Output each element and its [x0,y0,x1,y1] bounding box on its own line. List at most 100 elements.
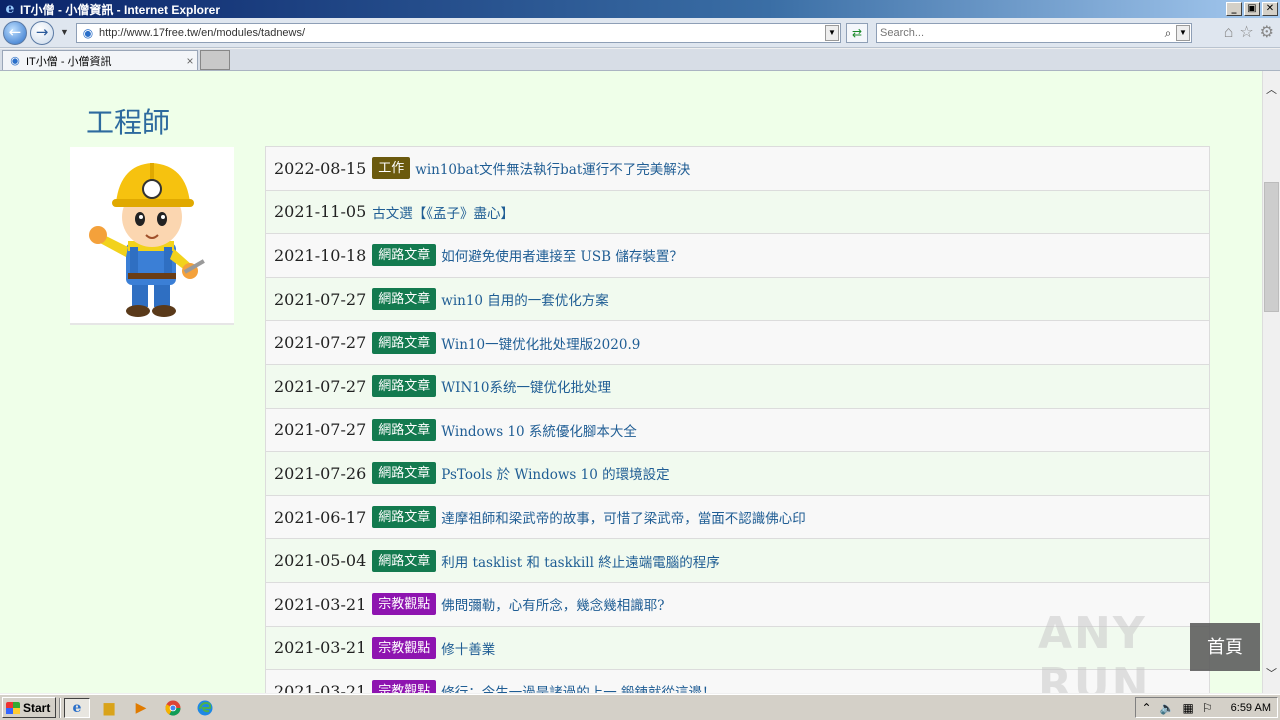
tab-bar: ◉ IT小僧 - 小僧資訊 × [0,49,1280,71]
news-date: 2021-10-18 [274,245,367,265]
news-date: 2021-07-27 [274,376,367,396]
news-title-link[interactable]: 佛問彌勒，心有所念，幾念幾相識耶? [441,594,664,614]
news-category-badge[interactable]: 宗教觀點 [372,636,437,659]
news-title-link[interactable]: 利用 tasklist 和 taskkill 終止遠端電腦的程序 [441,551,719,571]
news-title-link[interactable]: PsTools 於 Windows 10 的環境設定 [441,463,669,483]
engineer-avatar-image [70,147,234,325]
volume-icon[interactable]: 🔈 [1160,701,1175,715]
page-icon: ◉ [82,26,94,40]
news-row: 2021-05-04 網路文章 利用 tasklist 和 taskkill 終止遠… [265,539,1210,583]
news-category-badge[interactable]: 網路文章 [372,244,437,267]
news-date: 2022-08-15 [274,158,367,178]
news-title-link[interactable]: 修十善業 [441,638,495,658]
news-date: 2021-03-21 [274,681,367,693]
scroll-thumb[interactable] [1264,182,1279,312]
news-row: 2022-08-15 工作 win10bat文件無法執行bat運行不了完美解決 [265,147,1210,191]
news-date: 2021-07-26 [274,463,367,483]
taskbar: Start e ▆ ▶ ⌃ 🔈 ▦ ⚐ 6:59 AM [0,694,1280,720]
news-date: 2021-03-21 [274,594,367,614]
news-row: 2021-07-26 網路文章 PsTools 於 Windows 10 的環境設定 [265,452,1210,496]
vertical-scrollbar[interactable]: ︿ ﹀ [1262,71,1280,693]
news-row: 2021-11-05 古文選【《孟子》盡心】 [265,190,1210,235]
start-label: Start [23,700,51,715]
page-viewport: 工程師 2022-08-15 工作 win10bat文件無法執行bat運行不了完… [0,71,1262,693]
news-date: 2021-07-27 [274,289,367,309]
tab-page-icon: ◉ [10,55,20,67]
news-row: 2021-06-17 網路文章 達摩祖師和梁武帝的故事，可惜了梁武帝，當面不認識佛心… [265,495,1210,540]
news-category-badge[interactable]: 網路文章 [372,549,437,572]
news-category-badge[interactable]: 宗教觀點 [372,593,437,616]
close-window-button[interactable]: ✕ [1262,2,1278,16]
news-row: 2021-07-27 網路文章 WIN10系统一键优化批处理 [265,364,1210,409]
news-category-badge[interactable]: 網路文章 [372,418,437,441]
news-category-badge[interactable]: 網路文章 [372,288,437,311]
section-title: 工程師 [86,106,171,139]
news-category-badge[interactable]: 網路文章 [372,462,437,485]
news-date: 2021-06-17 [274,507,367,527]
minimize-button[interactable]: _ [1226,2,1242,16]
network-icon[interactable]: ▦ [1183,701,1194,715]
chrome-icon[interactable] [160,698,186,718]
search-box[interactable]: ⌕ ▼ [876,23,1192,43]
news-title-link[interactable]: 如何避免使用者連接至 USB 儲存裝置？ [441,245,683,265]
news-title-link[interactable]: 修行：今生一過是諸過的上一 鍛鍊就從這邊！ [441,681,715,693]
news-date: 2021-05-04 [274,551,367,571]
news-date: 2021-07-27 [274,333,367,353]
news-category-badge[interactable]: 工作 [372,157,411,180]
windows-flag-icon [6,701,20,714]
news-category-badge[interactable]: 宗教觀點 [372,680,437,693]
back-button[interactable]: ← [3,21,27,45]
forward-button[interactable]: → [30,21,54,45]
news-category-badge[interactable]: 網路文章 [372,375,437,398]
home-icon[interactable]: ⌂ [1224,24,1234,42]
scroll-up-icon[interactable]: ︿ [1263,81,1280,99]
action-center-flag-icon[interactable]: ⚐ [1202,701,1213,715]
news-row: 2021-07-27 網路文章 win10 自用的一套优化方案 [265,277,1210,322]
toolbar-icons: ⌂ ☆ ⚙ [1224,24,1274,42]
home-float-button[interactable]: 首頁 [1190,623,1260,671]
ie-logo-icon: e [5,1,15,17]
news-row: 2021-07-27 網路文章 Win10一键优化批处理版2020.9 [265,321,1210,365]
news-category-badge[interactable]: 網路文章 [372,506,437,529]
news-title-link[interactable]: Win10一键优化批处理版2020.9 [441,333,640,353]
media-player-icon[interactable]: ▶ [128,698,154,718]
tab-label: IT小僧 - 小僧資訊 [26,55,112,68]
news-list: 2022-08-15 工作 win10bat文件無法執行bat運行不了完美解決 202… [265,146,1210,693]
start-button[interactable]: Start [2,697,56,718]
system-tray: ⌃ 🔈 ▦ ⚐ 6:59 AM [1134,697,1278,718]
recent-pages-dropdown-icon[interactable]: ▼ [60,27,69,37]
news-title-link[interactable]: 達摩祖師和梁武帝的故事，可惜了梁武帝，當面不認識佛心印 [441,507,806,527]
tools-gear-icon[interactable]: ⚙ [1260,24,1274,42]
restore-button[interactable]: ▣ [1244,2,1260,16]
news-title-link[interactable]: WIN10系统一键优化批处理 [441,376,611,396]
favorites-star-icon[interactable]: ☆ [1239,24,1253,42]
compatibility-view-button[interactable]: ⇄ [846,23,868,43]
explorer-folder-icon[interactable]: ▆ [96,698,122,718]
news-title-link[interactable]: win10 自用的一套优化方案 [441,289,609,309]
tab-active[interactable]: ◉ IT小僧 - 小僧資訊 × [2,50,198,70]
ie-task-icon[interactable]: e [64,697,90,718]
news-title-link[interactable]: Windows 10 系統優化腳本大全 [441,420,637,440]
search-icon[interactable]: ⌕ [1160,26,1176,41]
scroll-down-icon[interactable]: ﹀ [1263,665,1280,683]
search-input[interactable] [877,27,1160,39]
window-controls: _ ▣ ✕ [1226,2,1278,16]
news-title-link[interactable]: 古文選【《孟子》盡心】 [372,202,514,222]
address-dropdown-icon[interactable]: ▼ [825,25,839,41]
search-dropdown-icon[interactable]: ▼ [1176,25,1190,41]
news-date: 2021-03-21 [274,638,367,658]
window-titlebar: e IT小僧 - 小僧資訊 - Internet Explorer _ ▣ ✕ [0,0,1280,18]
window-title: IT小僧 - 小僧資訊 - Internet Explorer [20,2,221,17]
new-tab-button[interactable] [200,50,230,70]
address-url[interactable]: http://www.17free.tw/en/modules/tadnews/ [99,27,825,39]
edge-icon[interactable] [192,698,218,718]
tray-expand-icon[interactable]: ⌃ [1142,701,1152,715]
news-row: 2021-03-21 宗教觀點 修十善業 [265,626,1210,671]
news-date: 2021-07-27 [274,420,367,440]
news-category-badge[interactable]: 網路文章 [372,331,437,354]
address-bar[interactable]: ◉ http://www.17free.tw/en/modules/tadnew… [76,23,841,43]
tab-close-icon[interactable]: × [183,54,197,68]
news-row: 2021-10-18 網路文章 如何避免使用者連接至 USB 儲存裝置？ [265,234,1210,278]
news-title-link[interactable]: win10bat文件無法執行bat運行不了完美解決 [415,158,690,178]
news-date: 2021-11-05 [274,202,367,222]
